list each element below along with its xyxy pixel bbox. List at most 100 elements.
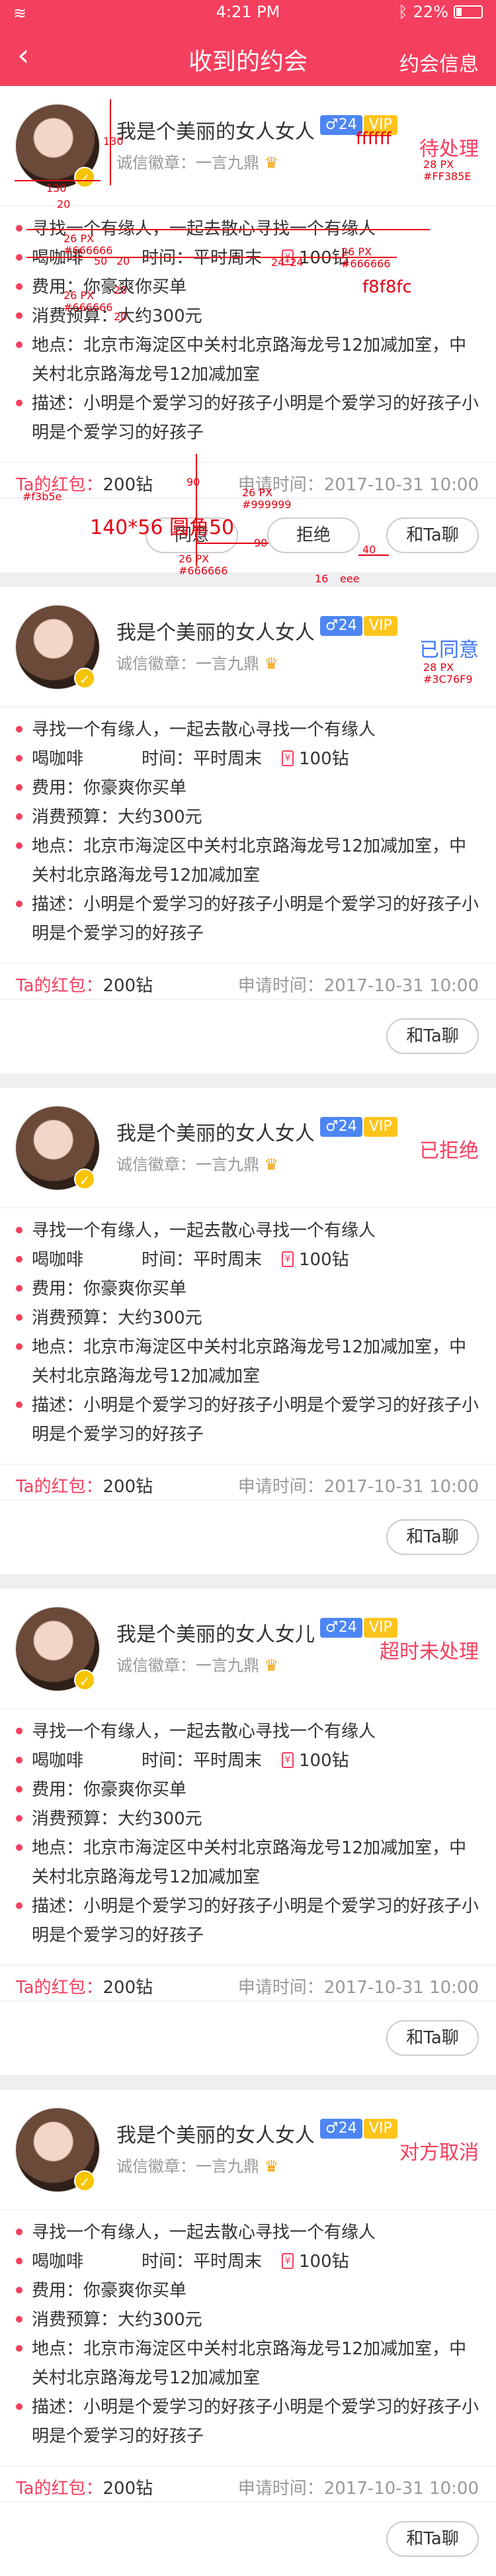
detail-activity: 喝咖啡 xyxy=(16,1245,83,1274)
purpose-text: 寻找一个有缘人，一起去散心寻找一个有缘人 xyxy=(32,720,376,740)
annotation-90-a: 90 xyxy=(186,476,200,488)
bullet-icon xyxy=(16,399,22,406)
annotation-status-spec: 28 PX #FF385E xyxy=(423,158,472,183)
chat-button[interactable]: 和Ta聊 xyxy=(386,2521,479,2557)
nav-bar: ‹ 收到的约会 约会信息 xyxy=(0,26,496,86)
gift-label: Ta的红包： xyxy=(16,976,103,996)
divider xyxy=(0,1499,496,1501)
medal-text: 诚信徽章：一言九鼎 xyxy=(116,1155,259,1174)
annotation-size-24: 24*24 xyxy=(271,256,304,269)
reject-button[interactable]: 拒绝 xyxy=(267,517,360,553)
annotation-eee: eee xyxy=(340,572,360,585)
vip-tag: VIP xyxy=(364,1117,397,1137)
bullet-icon xyxy=(16,783,22,791)
bullet-icon xyxy=(16,1343,22,1350)
detail-purpose: 寻找一个有缘人，一起去散心寻找一个有缘人 xyxy=(16,2218,376,2247)
avatar[interactable]: ✓ xyxy=(15,2107,101,2193)
bullet-icon xyxy=(16,224,22,232)
detail-time: 时间：平时周末 xyxy=(142,2252,263,2272)
gift-value: 200钻 xyxy=(103,2479,153,2499)
user-name: 我是个美丽的女人女人 xyxy=(116,120,315,144)
location-text: 地点：北京市海淀区中关村北京路海龙号12加减加室，中关村北京路海龙号12加减加室 xyxy=(32,335,467,384)
bullet-icon xyxy=(16,754,22,762)
bullet-icon xyxy=(16,2344,22,2352)
detail-location: 地点：北京市海淀区中关村北京路海龙号12加减加室，中关村北京路海龙号12加减加室 xyxy=(16,832,479,890)
avatar[interactable]: ✓ xyxy=(15,103,101,189)
chat-button[interactable]: 和Ta聊 xyxy=(386,517,479,553)
fee-amount: 100钻 xyxy=(299,1250,349,1270)
detail-location: 地点：北京市海淀区中关村北京路海龙号12加减加室，中关村北京路海龙号12加减加室 xyxy=(16,331,479,389)
payment-text: 费用：你豪爽你买单 xyxy=(32,1279,187,1299)
purpose-text: 寻找一个有缘人，一起去散心寻找一个有缘人 xyxy=(32,1722,376,1742)
avatar[interactable]: ✓ xyxy=(15,1606,101,1692)
annotation-spec-666-a: 26 PX #666666 xyxy=(63,232,113,257)
user-name: 我是个美丽的女人女人 xyxy=(116,621,315,644)
bullet-icon xyxy=(16,253,22,261)
avatar[interactable]: ✓ xyxy=(15,604,101,690)
payment-text: 费用：你豪爽你买单 xyxy=(32,778,187,798)
bullet-icon xyxy=(16,2228,22,2235)
appointment-status: 待处理 xyxy=(419,138,479,161)
appointment-card: ✓ 我是个美丽的女人女人 ♂24 VIP 已同意 诚信徽章：一言九鼎 ♛ 寻找一… xyxy=(0,587,496,1073)
avatar[interactable]: ✓ xyxy=(15,1105,101,1191)
detail-description: 描述：小明是个爱学习的好孩子小明是个爱学习的好孩子小明是个爱学习的好孩子 xyxy=(16,1391,479,1449)
medal-text: 诚信徽章：一言九鼎 xyxy=(116,654,259,673)
bullet-icon xyxy=(16,725,22,733)
annotation-130-v: 130 xyxy=(103,135,124,148)
divider xyxy=(0,205,496,206)
detail-purpose: 寻找一个有缘人，一起去散心寻找一个有缘人 xyxy=(16,1717,376,1746)
detail-description: 描述：小明是个爱学习的好孩子小明是个爱学习的好孩子小明是个爱学习的好孩子 xyxy=(16,389,479,447)
gift-label: Ta的红包： xyxy=(16,2479,103,2499)
detail-fee: ¥100钻 xyxy=(282,2247,349,2276)
chat-button[interactable]: 和Ta聊 xyxy=(386,1018,479,1054)
vip-tag: VIP xyxy=(364,616,397,636)
integrity-medal: 诚信徽章：一言九鼎 ♛ xyxy=(116,650,278,674)
card-gap xyxy=(0,1574,496,1589)
crown-icon: ♛ xyxy=(264,1656,279,1675)
crown-icon: ♛ xyxy=(264,2157,279,2176)
apply-time: 申请时间：2017-10-31 10:00 xyxy=(237,1477,479,1497)
crown-icon: ♛ xyxy=(264,654,279,673)
card-gap xyxy=(0,1073,496,1088)
detail-fee: ¥100钻 xyxy=(282,1245,349,1274)
verified-badge-icon: ✓ xyxy=(74,167,95,188)
divider xyxy=(0,999,496,1000)
bullet-icon xyxy=(16,900,22,907)
medal-text: 诚信徽章：一言九鼎 xyxy=(116,1656,259,1675)
detail-purpose: 寻找一个有缘人，一起去散心寻找一个有缘人 xyxy=(16,715,376,744)
gift-row: Ta的红包：200钻 xyxy=(16,1473,153,1497)
verified-badge-icon: ✓ xyxy=(74,2170,95,2192)
user-name: 我是个美丽的女人女人 xyxy=(116,1122,315,1145)
divider xyxy=(0,1965,496,1966)
detail-fee: ¥100钻 xyxy=(282,1746,349,1775)
money-icon: ¥ xyxy=(282,2252,294,2269)
appointment-info-link[interactable]: 约会信息 xyxy=(399,48,479,77)
divider xyxy=(0,1207,496,1208)
annotation-line-h2 xyxy=(26,257,397,258)
annotation-spec-666-d: 26 PX #666666 xyxy=(179,553,228,577)
bullet-icon xyxy=(16,1727,22,1734)
bullet-icon xyxy=(16,2286,22,2293)
chat-button[interactable]: 和Ta聊 xyxy=(386,1519,479,1555)
detail-time: 时间：平时周末 xyxy=(142,1250,263,1270)
appointment-status: 已同意 xyxy=(419,639,479,662)
apply-time: 申请时间：2017-10-31 10:00 xyxy=(237,2479,479,2499)
fee-amount: 100钻 xyxy=(299,2252,349,2272)
budget-text: 消费预算：大约300元 xyxy=(32,1308,202,1328)
activity-text: 喝咖啡 xyxy=(32,1751,84,1771)
bullet-icon xyxy=(16,1902,22,1909)
description-text: 描述：小明是个爱学习的好孩子小明是个爱学习的好孩子小明是个爱学习的好孩子 xyxy=(32,895,479,944)
chat-button[interactable]: 和Ta聊 xyxy=(386,2020,479,2056)
bullet-icon xyxy=(16,2257,22,2264)
detail-budget: 消费预算：大约300元 xyxy=(16,1804,202,1834)
money-icon: ¥ xyxy=(282,750,294,766)
bullet-icon xyxy=(16,341,22,348)
annotation-spec-666-c: 26 PX #666666 xyxy=(63,289,113,314)
integrity-medal: 诚信徽章：一言九鼎 ♛ xyxy=(116,1652,278,1675)
age-gender-tag: ♂24 xyxy=(320,2119,362,2139)
bullet-icon xyxy=(16,1401,22,1408)
user-name: 我是个美丽的女人女儿 xyxy=(116,1623,315,1646)
apply-time: 申请时间：2017-10-31 10:00 xyxy=(237,1978,479,1998)
battery-percent: 22% xyxy=(413,3,448,21)
detail-payment: 费用：你豪爽你买单 xyxy=(16,774,186,803)
